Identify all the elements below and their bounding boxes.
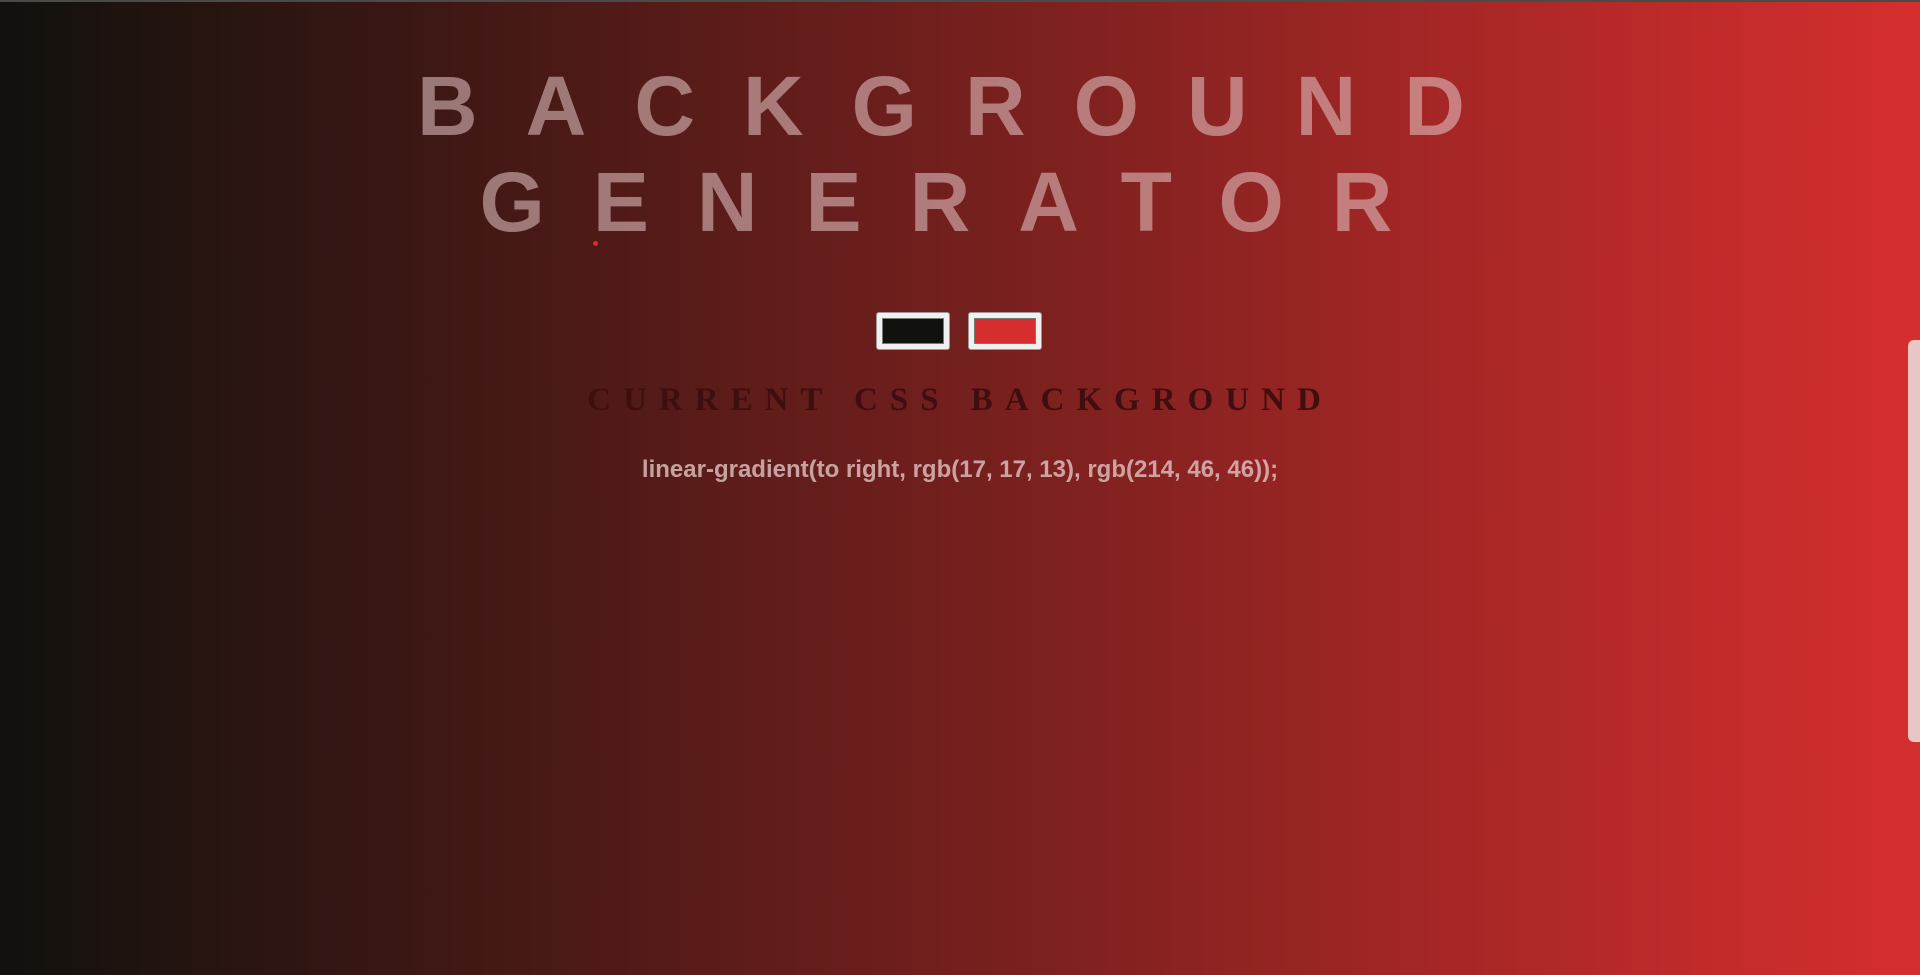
scrollbar[interactable]	[1908, 340, 1920, 742]
color1-swatch	[882, 318, 944, 344]
page-title-line-1: BACKGROUND	[417, 59, 1513, 153]
color1-input[interactable]	[876, 312, 950, 350]
css-output-text: linear-gradient(to right, rgb(17, 17, 13…	[641, 456, 1279, 483]
color2-swatch	[974, 318, 1036, 344]
color-picker-group	[876, 312, 1042, 350]
color2-input[interactable]	[968, 312, 1042, 350]
cursor-dot	[593, 241, 598, 246]
section-heading: CURRENT CSS BACKGROUND	[587, 382, 1333, 418]
page-title-line-2: GENERATOR	[479, 155, 1441, 249]
